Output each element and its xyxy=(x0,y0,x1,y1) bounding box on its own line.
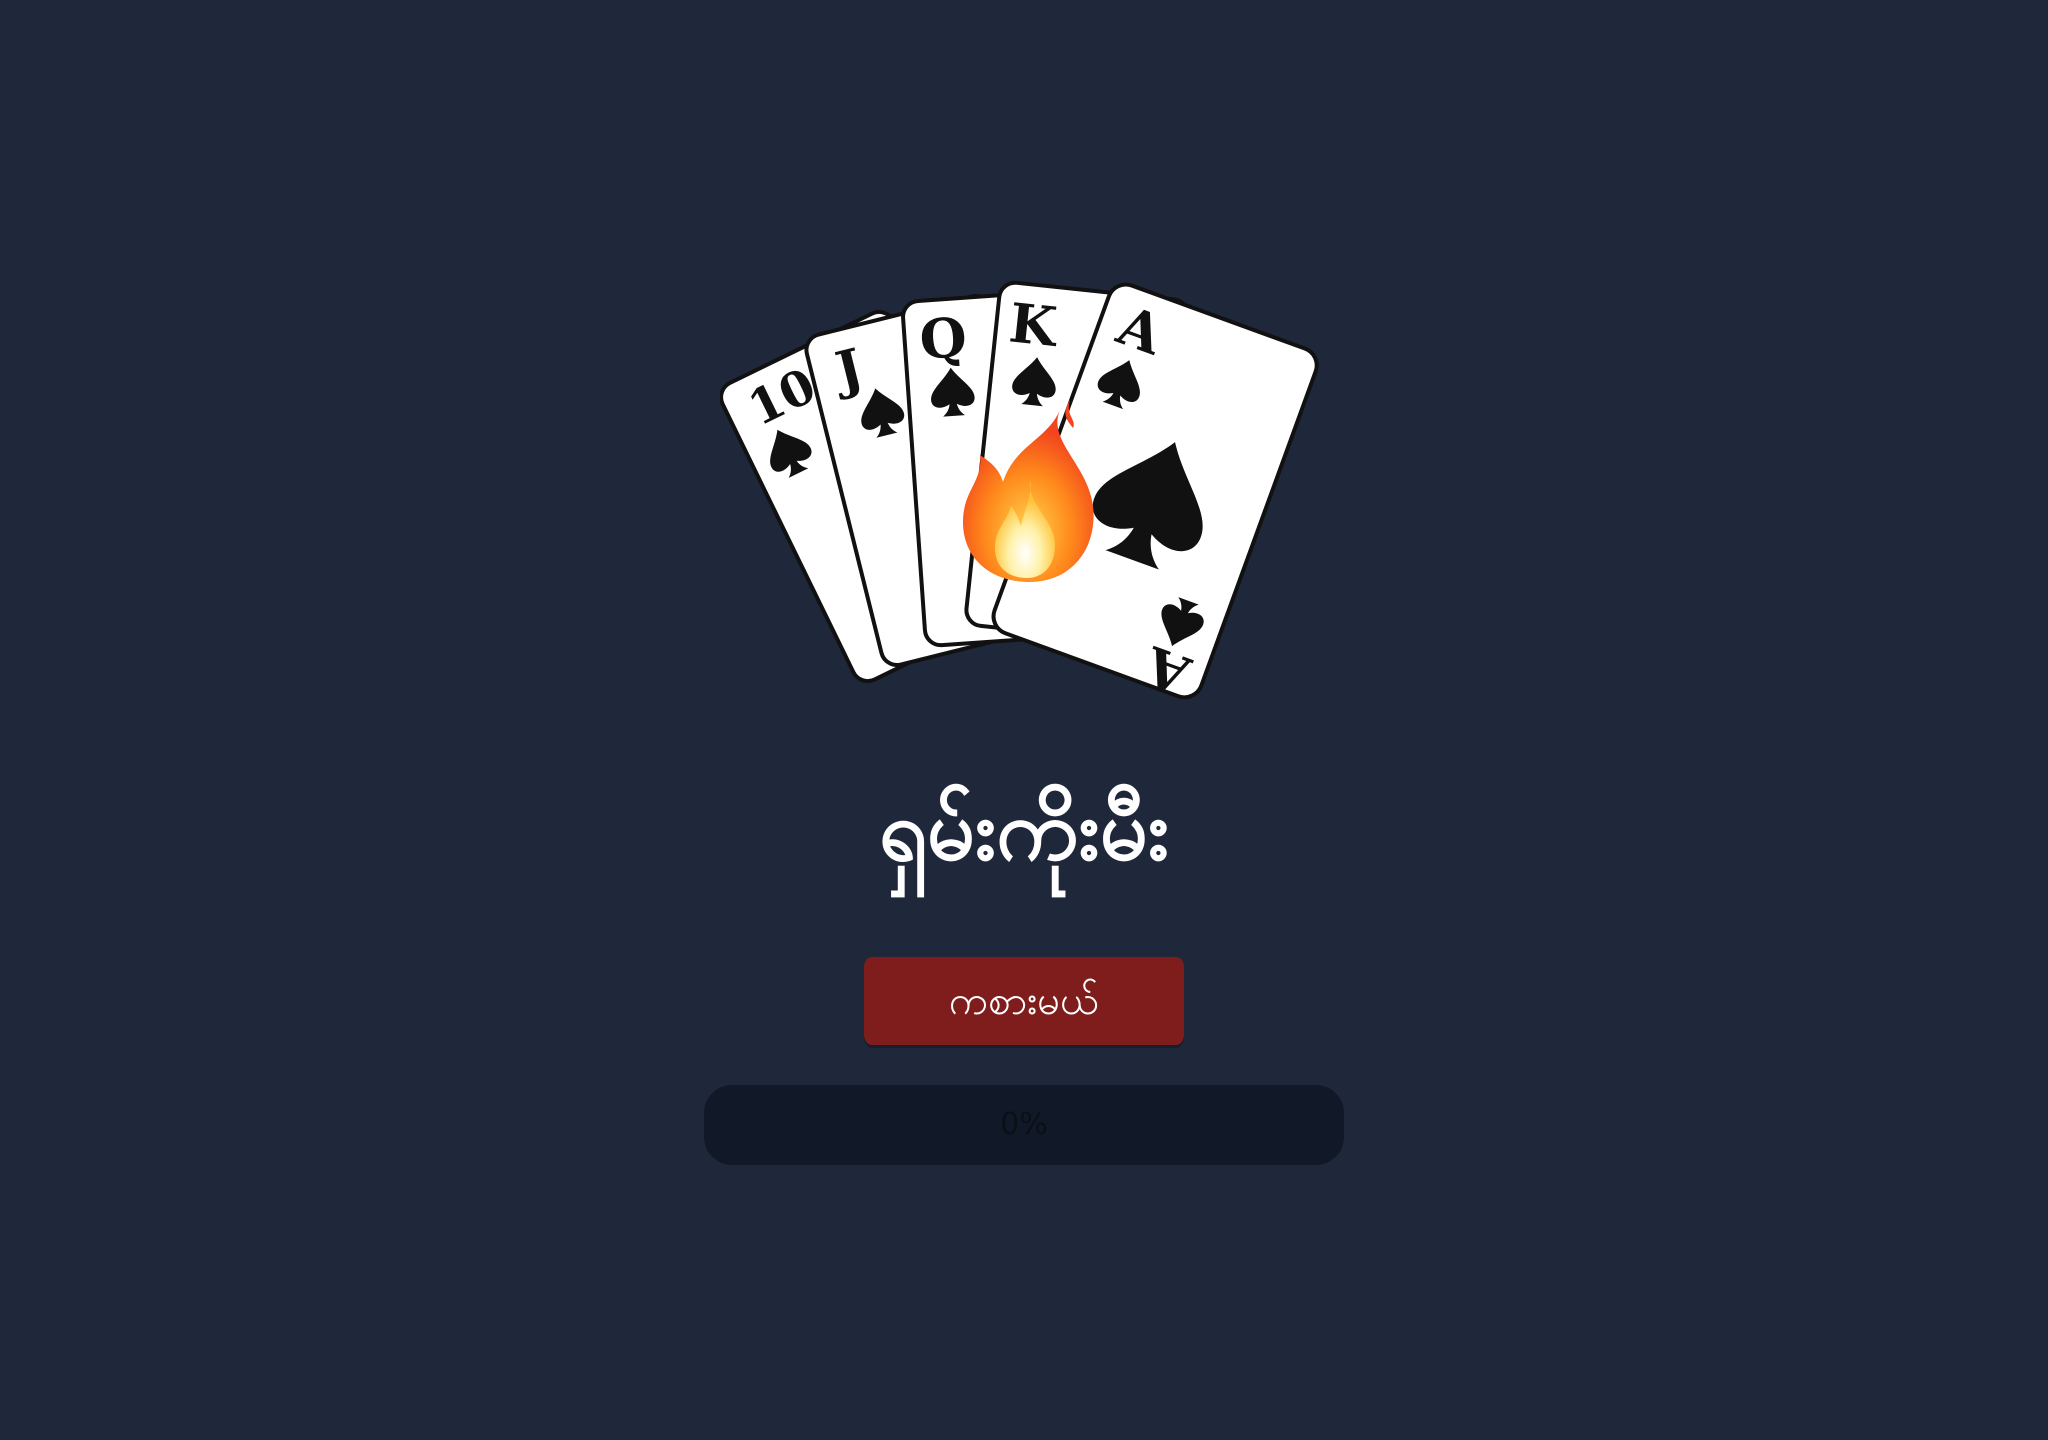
game-logo: 10 J Q K A A xyxy=(720,260,1340,720)
card-rank: K xyxy=(1006,290,1061,359)
progress-label: 0% xyxy=(1000,1107,1048,1142)
loading-screen: 10 J Q K A A ရှမ်းကိုးမီး ကစားမယ် 0% xyxy=(0,0,2048,1440)
play-button[interactable]: ကစားမယ် xyxy=(864,957,1184,1045)
card-rank: Q xyxy=(917,305,968,372)
loading-progress-bar: 0% xyxy=(704,1085,1344,1165)
game-title: ရှမ်းကိုးမီး xyxy=(878,781,1170,879)
royal-flush-fire-icon: 10 J Q K A A xyxy=(720,280,1319,709)
